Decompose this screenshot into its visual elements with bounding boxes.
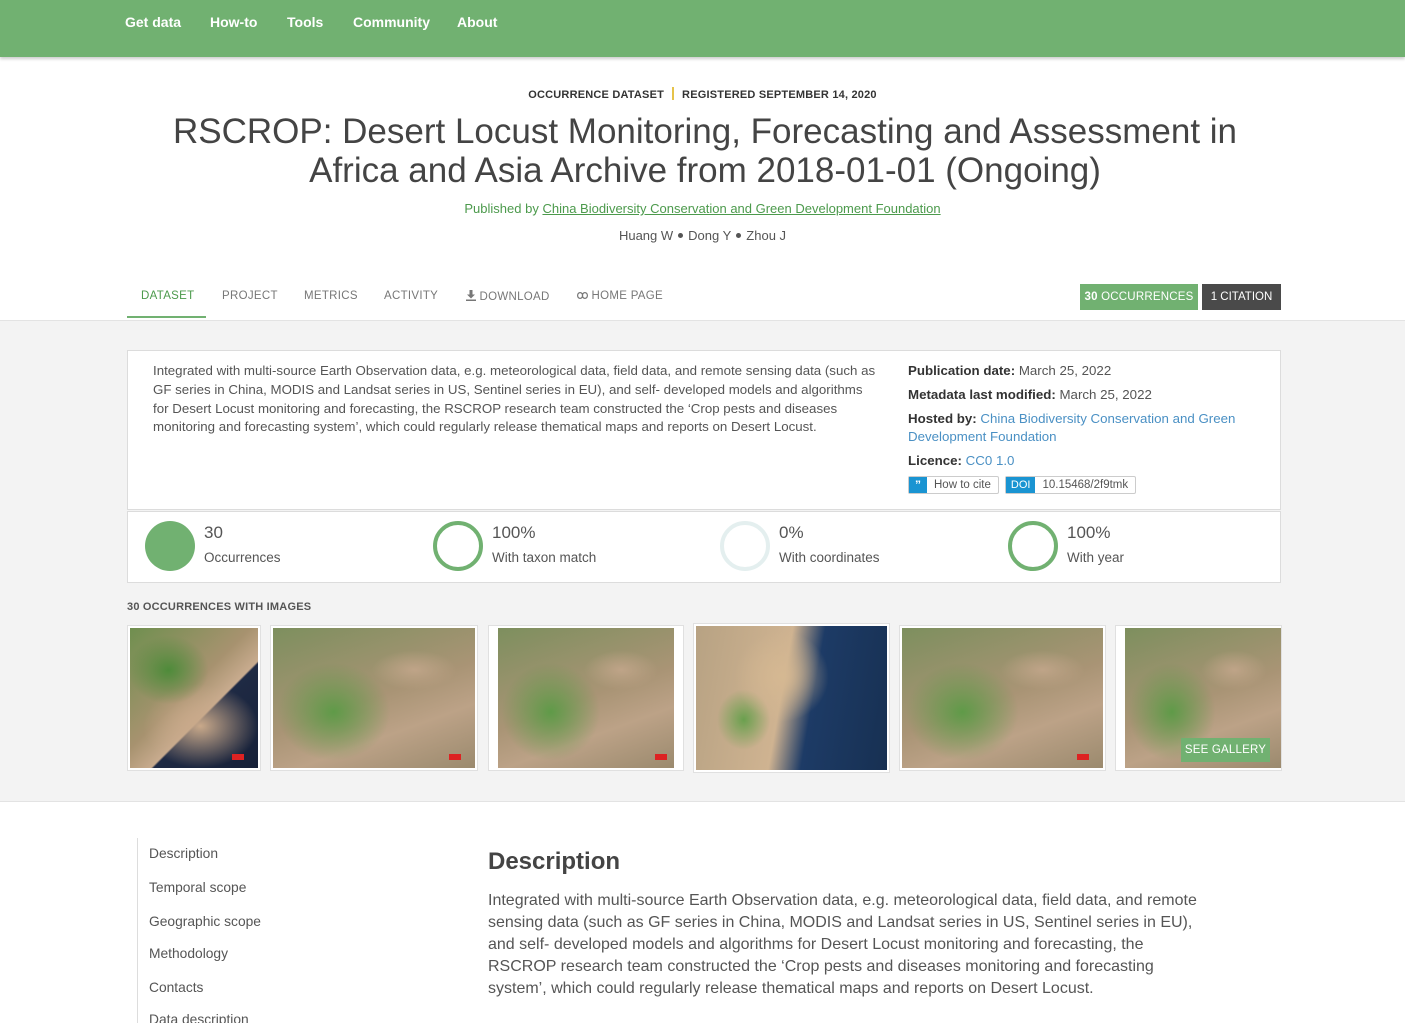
gallery-title: 30 OCCURRENCES WITH IMAGES — [127, 601, 312, 613]
metric-value: 30 — [204, 523, 223, 542]
toc-contacts[interactable]: Contacts — [149, 980, 203, 995]
nav-tools[interactable]: Tools — [287, 14, 323, 30]
tab-download-label: DOWNLOAD — [479, 291, 550, 303]
metric-circle-empty — [720, 521, 770, 571]
dataset-meta-line: OCCURRENCE DATASET REGISTERED SEPTEMBER 1… — [0, 87, 1405, 101]
modified-date: March 25, 2022 — [1059, 387, 1152, 402]
cite-row: ” How to cite DOI 10.15468/2f9tmk — [908, 476, 1258, 494]
description-heading: Description — [488, 848, 621, 875]
occurrences-button-label: OCCURRENCES — [1101, 291, 1194, 303]
publisher-link[interactable]: China Biodiversity Conservation and Gree… — [542, 201, 940, 216]
toc-methodology[interactable]: Methodology — [149, 946, 228, 961]
publication-date-label: Publication date: — [908, 363, 1016, 378]
summary-description: Integrated with multi-source Earth Obser… — [153, 363, 876, 435]
metric-label: With year — [1067, 550, 1125, 565]
active-tab-indicator — [127, 316, 206, 318]
publication-date: March 25, 2022 — [1018, 363, 1112, 378]
modified-row: Metadata last modified: March 25, 2022 — [908, 386, 1258, 404]
tab-home-page[interactable]: HOME PAGE — [577, 290, 663, 302]
tab-dataset[interactable]: DATASET — [141, 290, 194, 302]
map-image — [498, 628, 674, 768]
metrics-card: 30 Occurrences 100% With taxon match 0% … — [127, 511, 1281, 583]
summary-card: Integrated with multi-source Earth Obser… — [127, 350, 1281, 510]
gallery-thumbnail[interactable] — [270, 625, 478, 771]
metric-circle-ring — [433, 521, 483, 571]
title-line-1: RSCROP: Desert Locust Monitoring, Foreca… — [172, 112, 1238, 151]
map-image — [696, 626, 887, 770]
nav-about[interactable]: About — [457, 14, 497, 30]
licence-link[interactable]: CC0 1.0 — [966, 453, 1015, 468]
gallery-thumbnail[interactable] — [899, 625, 1106, 771]
description-body: Integrated with multi-source Earth Obser… — [488, 892, 1197, 997]
metric-label: With taxon match — [492, 550, 597, 565]
published-prefix: Published by — [464, 201, 539, 216]
map-image — [273, 628, 475, 768]
toc-data-description[interactable]: Data description — [149, 1012, 249, 1023]
occurrences-count: 30 — [1084, 291, 1098, 303]
metric-value: 0% — [779, 523, 804, 542]
modified-label: Metadata last modified: — [908, 387, 1056, 402]
occurrences-button[interactable]: 30 OCCURRENCES — [1080, 284, 1198, 310]
how-to-cite-button[interactable]: ” How to cite — [908, 476, 999, 494]
page-title: RSCROP: Desert Locust Monitoring, Foreca… — [140, 112, 1270, 190]
quote-icon: ” — [909, 477, 927, 493]
metric-label: With coordinates — [779, 550, 880, 565]
doi-badge[interactable]: DOI 10.15468/2f9tmk — [1004, 476, 1137, 494]
registered-date: REGISTERED SEPTEMBER 14, 2020 — [682, 89, 877, 101]
gallery-thumbnail[interactable] — [127, 625, 261, 771]
dataset-type: OCCURRENCE DATASET — [528, 89, 665, 101]
toc-description[interactable]: Description — [149, 846, 218, 861]
author[interactable]: Zhou J — [746, 228, 786, 243]
map-legend — [1077, 754, 1089, 760]
map-legend — [655, 754, 667, 760]
top-nav: Get data How-to Tools Community About — [0, 0, 1405, 57]
metric-value: 100% — [492, 523, 536, 542]
map-image — [130, 628, 258, 768]
licence-label: Licence: — [908, 453, 962, 468]
author-separator — [736, 233, 742, 238]
tab-activity[interactable]: ACTIVITY — [384, 290, 438, 302]
tab-home-page-label: HOME PAGE — [591, 290, 663, 302]
tab-download[interactable]: DOWNLOAD — [466, 290, 550, 303]
metric-value: 100% — [1067, 523, 1111, 542]
meta-separator — [672, 87, 675, 100]
download-icon — [466, 290, 476, 301]
doi-label: DOI — [1005, 477, 1036, 493]
map-image — [902, 628, 1103, 768]
publication-info: Publication date: March 25, 2022 Metadat… — [908, 362, 1258, 494]
how-to-cite-label: How to cite — [934, 479, 991, 491]
gallery-thumbnail[interactable] — [693, 623, 890, 773]
map-legend — [232, 754, 244, 760]
author[interactable]: Huang W — [619, 228, 673, 243]
gallery-thumbnail[interactable] — [488, 625, 684, 771]
nav-how-to[interactable]: How-to — [210, 14, 257, 30]
metric-circle-ring — [1008, 521, 1058, 571]
map-legend — [449, 754, 461, 760]
doi-value: 10.15468/2f9tmk — [1042, 479, 1129, 491]
publication-date-row: Publication date: March 25, 2022 — [908, 362, 1258, 380]
citation-button[interactable]: 1 CITATION — [1202, 284, 1281, 310]
author-list: Huang W Dong Y Zhou J — [0, 228, 1405, 243]
hosted-row: Hosted by: China Biodiversity Conservati… — [908, 410, 1258, 446]
metric-label: Occurrences — [204, 550, 281, 565]
nav-get-data[interactable]: Get data — [125, 14, 181, 30]
hosted-label: Hosted by: — [908, 411, 977, 426]
toc-temporal-scope[interactable]: Temporal scope — [149, 880, 246, 895]
nav-community[interactable]: Community — [353, 14, 430, 30]
toc-geographic-scope[interactable]: Geographic scope — [149, 914, 261, 929]
published-by: Published by China Biodiversity Conserva… — [0, 201, 1405, 216]
title-line-2: Africa and Asia Archive from 2018-01-01 … — [309, 151, 1101, 190]
link-icon — [577, 292, 589, 300]
author-separator — [678, 233, 684, 238]
licence-row: Licence: CC0 1.0 — [908, 452, 1258, 470]
tab-project[interactable]: PROJECT — [222, 290, 278, 302]
author[interactable]: Dong Y — [688, 228, 731, 243]
table-of-contents — [137, 838, 337, 1023]
see-gallery-button[interactable]: SEE GALLERY — [1181, 738, 1270, 762]
tab-metrics[interactable]: METRICS — [304, 290, 358, 302]
metric-circle-filled — [145, 521, 195, 571]
